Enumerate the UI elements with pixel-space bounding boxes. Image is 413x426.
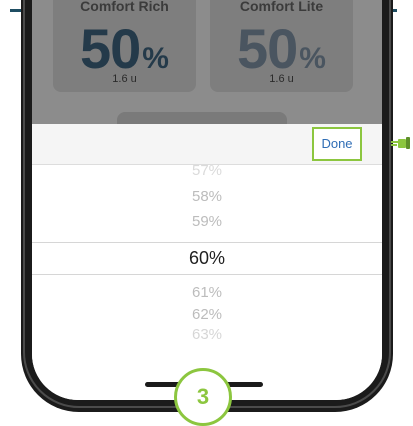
- dose-card-right[interactable]: Comfort Lite 50% 1.6 u: [210, 0, 353, 92]
- dose-value: 50: [237, 17, 298, 80]
- picker-option[interactable]: 61%: [32, 284, 382, 301]
- done-button[interactable]: Done: [312, 127, 362, 161]
- dose-percentage: 50%: [210, 16, 353, 81]
- dose-percentage: 50%: [53, 16, 196, 81]
- step-number-badge: 3: [174, 368, 232, 426]
- selection-line-top: [32, 242, 382, 243]
- picker-sheet: Done 57% 58% 59% 60% 61% 62% 63%: [32, 124, 382, 400]
- picker-toolbar: Done: [32, 124, 382, 165]
- pointing-hand-icon: [391, 137, 410, 149]
- percentage-picker[interactable]: 57% 58% 59% 60% 61% 62% 63%: [32, 162, 382, 368]
- dose-units: 1.6 u: [112, 73, 137, 85]
- picker-option-selected[interactable]: 60%: [32, 248, 382, 269]
- picker-option[interactable]: 58%: [32, 188, 382, 205]
- phone-screen: Comfort Rich 50% 1.6 u Comfort Lite 50% …: [32, 0, 382, 400]
- tutorial-stage: Comfort Rich 50% 1.6 u Comfort Lite 50% …: [0, 0, 413, 426]
- dose-value: 50: [80, 17, 141, 80]
- picker-option[interactable]: 63%: [32, 326, 382, 343]
- percent-sign: %: [299, 42, 326, 75]
- percent-sign: %: [142, 42, 169, 75]
- dimmed-background: Comfort Rich 50% 1.6 u Comfort Lite 50% …: [32, 0, 382, 136]
- dose-card-left[interactable]: Comfort Rich 50% 1.6 u: [53, 0, 196, 92]
- picker-option[interactable]: 57%: [32, 162, 382, 179]
- picker-option[interactable]: 62%: [32, 306, 382, 323]
- dose-card-title: Comfort Lite: [239, 0, 324, 14]
- dose-units: 1.6 u: [269, 73, 294, 85]
- picker-option[interactable]: 59%: [32, 213, 382, 230]
- dose-card-title: Comfort Rich: [80, 0, 169, 14]
- selection-line-bottom: [32, 274, 382, 275]
